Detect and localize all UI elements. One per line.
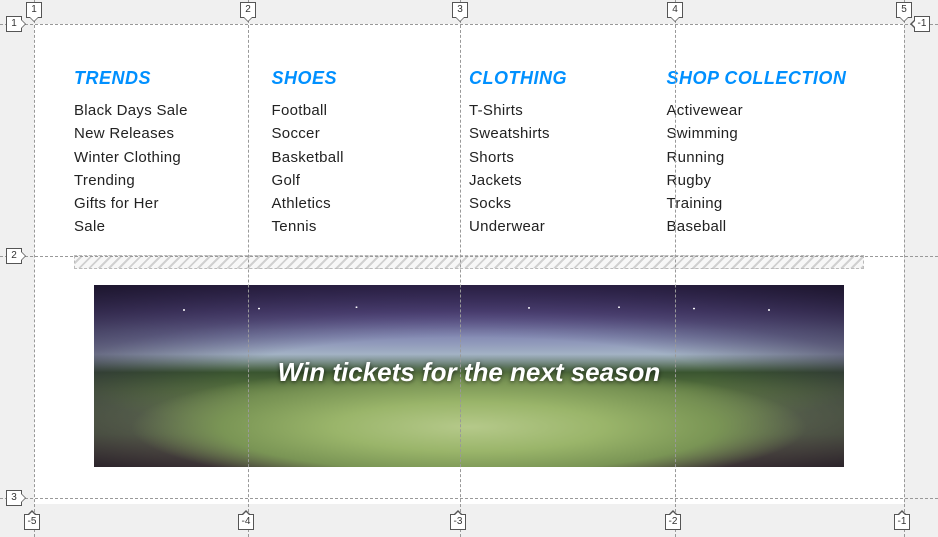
menu-link[interactable]: Tennis [272, 215, 460, 238]
menu-link[interactable]: Soccer [272, 122, 460, 145]
grid-marker-right[interactable]: -1 [914, 16, 930, 32]
column-list: Black Days Sale New Releases Winter Clot… [74, 99, 262, 239]
column-heading: CLOTHING [469, 68, 657, 89]
menu-link[interactable]: Sweatshirts [469, 122, 657, 145]
menu-link[interactable]: Basketball [272, 146, 460, 169]
column-heading: TRENDS [74, 68, 262, 89]
grid-marker-bottom[interactable]: -1 [894, 514, 910, 530]
menu-link[interactable]: Gifts for Her [74, 192, 262, 215]
menu-link[interactable]: Activewear [667, 99, 855, 122]
grid-marker-bottom[interactable]: -4 [238, 514, 254, 530]
menu-link[interactable]: Trending [74, 169, 262, 192]
menu-link[interactable]: Athletics [272, 192, 460, 215]
menu-column-shop-collection: SHOP COLLECTION Activewear Swimming Runn… [667, 68, 865, 239]
menu-link[interactable]: Sale [74, 215, 262, 238]
menu-link[interactable]: T-Shirts [469, 99, 657, 122]
menu-link[interactable]: New Releases [74, 122, 262, 145]
menu-columns: TRENDS Black Days Sale New Releases Wint… [74, 68, 864, 239]
column-list: Football Soccer Basketball Golf Athletic… [272, 99, 460, 239]
menu-link[interactable]: Winter Clothing [74, 146, 262, 169]
grid-vline [904, 0, 905, 537]
grid-marker-top[interactable]: 3 [452, 2, 468, 18]
menu-link[interactable]: Training [667, 192, 855, 215]
menu-link[interactable]: Jackets [469, 169, 657, 192]
menu-link[interactable]: Baseball [667, 215, 855, 238]
column-list: T-Shirts Sweatshirts Shorts Jackets Sock… [469, 99, 657, 239]
menu-column-trends: TRENDS Black Days Sale New Releases Wint… [74, 68, 272, 239]
promo-banner[interactable]: Win tickets for the next season [94, 285, 844, 467]
menu-link[interactable]: Shorts [469, 146, 657, 169]
menu-link[interactable]: Golf [272, 169, 460, 192]
promo-banner-caption: Win tickets for the next season [94, 357, 844, 388]
menu-link[interactable]: Swimming [667, 122, 855, 145]
menu-link[interactable]: Socks [469, 192, 657, 215]
grid-marker-top[interactable]: 5 [896, 2, 912, 18]
column-heading: SHOES [272, 68, 460, 89]
grid-marker-bottom[interactable]: -3 [450, 514, 466, 530]
menu-link[interactable]: Underwear [469, 215, 657, 238]
column-list: Activewear Swimming Running Rugby Traini… [667, 99, 855, 239]
mega-menu-canvas: TRENDS Black Days Sale New Releases Wint… [34, 24, 904, 504]
grid-marker-top[interactable]: 2 [240, 2, 256, 18]
grid-marker-left[interactable]: 3 [6, 490, 22, 506]
grid-marker-left[interactable]: 1 [6, 16, 22, 32]
column-heading: SHOP COLLECTION [667, 68, 855, 89]
menu-column-shoes: SHOES Football Soccer Basketball Golf At… [272, 68, 470, 239]
grid-marker-bottom[interactable]: -5 [24, 514, 40, 530]
grid-marker-left[interactable]: 2 [6, 248, 22, 264]
grid-gap-indicator [74, 255, 864, 269]
menu-link[interactable]: Black Days Sale [74, 99, 262, 122]
grid-marker-top[interactable]: 1 [26, 2, 42, 18]
menu-link[interactable]: Running [667, 146, 855, 169]
grid-marker-bottom[interactable]: -2 [665, 514, 681, 530]
grid-marker-top[interactable]: 4 [667, 2, 683, 18]
menu-column-clothing: CLOTHING T-Shirts Sweatshirts Shorts Jac… [469, 68, 667, 239]
menu-link[interactable]: Football [272, 99, 460, 122]
menu-link[interactable]: Rugby [667, 169, 855, 192]
